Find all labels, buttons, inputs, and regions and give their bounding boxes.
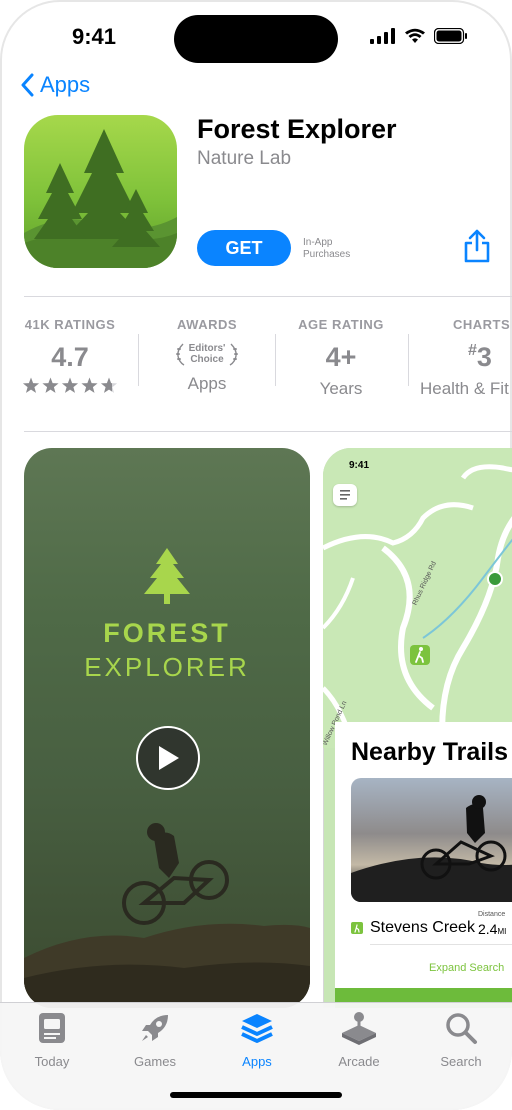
trail-marker: [410, 645, 430, 665]
charts-label: CHARTS: [453, 317, 511, 332]
separator: [138, 334, 139, 386]
status-time: 9:41: [72, 24, 117, 49]
hiker-icon: [415, 647, 424, 663]
star-icon: [22, 377, 40, 393]
play-button[interactable]: [136, 726, 200, 790]
rocket-icon: [142, 1015, 168, 1041]
rider-image: [24, 823, 310, 1008]
search-icon: [446, 1013, 477, 1044]
awards-label: AWARDS: [176, 317, 238, 332]
apps-stack-icon: [241, 1014, 273, 1043]
rank-prefix: #: [468, 342, 477, 359]
tab-label: Games: [134, 1054, 176, 1069]
tab-label: Apps: [242, 1054, 272, 1069]
tab-label: Arcade: [338, 1054, 380, 1069]
app-icon: [24, 115, 177, 268]
tab-label: Search: [440, 1054, 482, 1069]
screenshot-time: 9:41: [349, 460, 370, 471]
share-icon: [464, 229, 490, 263]
tab-arcade[interactable]: Arcade: [319, 1011, 399, 1069]
trail-icon: [351, 922, 363, 934]
tab-today[interactable]: Today: [12, 1011, 92, 1069]
badge-line-1: Editors': [188, 343, 226, 354]
iap-line-2: Purchases: [303, 249, 351, 260]
distance-unit: MI: [497, 927, 507, 936]
editors-choice-badge: Editors' Choice: [150, 342, 264, 366]
awards-sub: Apps: [187, 374, 227, 393]
back-button[interactable]: Apps: [20, 72, 90, 98]
developer-link[interactable]: Nature Lab: [197, 148, 291, 170]
nearby-trails-card: Nearby Trails Stevens Creek Distance 2.4…: [335, 722, 512, 1008]
tab-label: Today: [34, 1054, 70, 1069]
awards-info[interactable]: AWARDS Editors' Choice Apps: [150, 317, 264, 394]
play-icon: [159, 746, 179, 770]
star-rating: [18, 377, 122, 395]
trail-name: Stevens Creek: [370, 919, 475, 936]
rank-value: 3: [476, 342, 492, 372]
charts-sub: Health & Fit: [420, 379, 509, 398]
promo-title-line-1: FOREST: [103, 618, 231, 648]
tab-apps[interactable]: Apps: [217, 1011, 297, 1069]
laurel-right-icon: [230, 343, 239, 366]
iap-line-1: In-App: [303, 237, 333, 248]
badge-line-2: Choice: [190, 354, 224, 365]
share-button[interactable]: [462, 229, 492, 268]
phone-screen: 9:41 Apps Forest Explorer Nature Lab GET…: [0, 0, 512, 1110]
rating-value: 4.7: [51, 342, 89, 372]
ratings-info[interactable]: 41K RATINGS 4.7: [18, 317, 122, 395]
separator: [408, 334, 409, 386]
star-icon: [61, 377, 79, 393]
tree-logo-icon: [144, 548, 190, 604]
chevron-left-icon: [21, 73, 34, 97]
location-pin: [487, 571, 503, 587]
signal-icon: [370, 28, 395, 44]
preview-video[interactable]: FOREST EXPLORER: [24, 448, 310, 1008]
distance-value: 2.4MI: [478, 921, 506, 937]
battery-icon: [434, 28, 467, 44]
divider-top: [24, 296, 512, 297]
separator: [275, 334, 276, 386]
distance-label: Distance: [478, 911, 506, 918]
card-divider: [370, 944, 512, 945]
trail-photo: [351, 778, 512, 902]
home-indicator: [170, 1092, 342, 1098]
star-icon: [100, 377, 118, 393]
age-rating-info[interactable]: AGE RATING 4+ Years: [288, 317, 394, 399]
charts-info[interactable]: CHARTS #3 Health & Fit: [418, 317, 512, 399]
app-title: Forest Explorer: [197, 114, 397, 144]
get-button[interactable]: GET: [197, 230, 291, 266]
status-icons: [370, 28, 468, 44]
stars-icon: [22, 377, 118, 393]
age-value: 4+: [325, 342, 357, 372]
list-icon: [340, 490, 350, 500]
distance-number: 2.4: [478, 921, 498, 937]
list-button: [333, 484, 357, 506]
today-icon: [39, 1013, 65, 1043]
ratings-label: 41K RATINGS: [24, 317, 116, 332]
tab-search[interactable]: Search: [421, 1011, 501, 1069]
wifi-icon: [405, 28, 425, 43]
divider-bottom: [24, 431, 512, 432]
screenshot-trails[interactable]: 9:41 Rhus Ridge Rd Willow Pond Ln Nearby…: [323, 448, 512, 1008]
star-icon: [81, 377, 98, 393]
age-sub: Years: [319, 379, 363, 398]
card-title: Nearby Trails: [351, 738, 509, 766]
back-label: Apps: [40, 72, 91, 97]
age-label: AGE RATING: [298, 317, 384, 332]
expand-search-link: Expand Search: [429, 962, 505, 974]
promo-title-line-2: EXPLORER: [84, 652, 250, 682]
in-app-purchases-note: In-App Purchases: [303, 237, 350, 261]
dynamic-island: [174, 15, 338, 63]
tab-games[interactable]: Games: [115, 1011, 195, 1069]
star-icon: [42, 377, 59, 393]
laurel-left-icon: [175, 343, 184, 366]
joystick-icon: [342, 1012, 376, 1045]
chart-rank: #3: [418, 342, 512, 373]
